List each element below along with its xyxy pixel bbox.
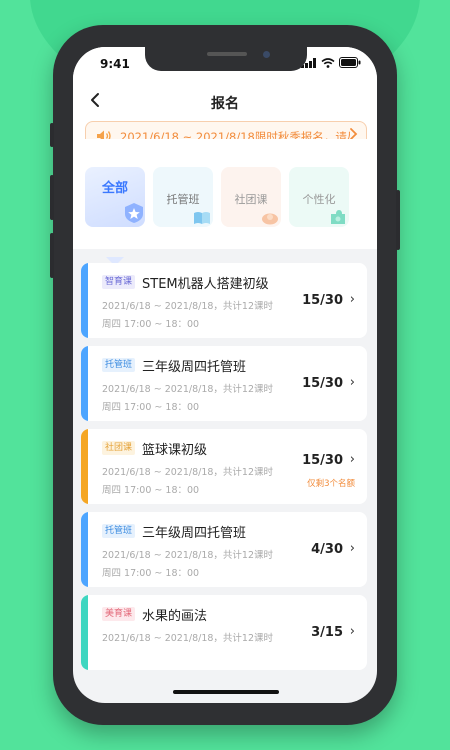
course-card[interactable]: 智育课 STEM机器人搭建初级 2021/6/18 ~ 2021/8/18，共计… <box>81 263 367 338</box>
tab-all[interactable]: 全部 <box>85 167 145 227</box>
course-tag: 托管班 <box>102 358 136 372</box>
screen: 9:41 报名 2021/6/18 ~ 2021/8/18限时秋季报名，请尽 全… <box>73 47 377 703</box>
status-icons <box>301 57 361 68</box>
course-dates: 2021/6/18 ~ 2021/8/18，共计12课时 <box>102 384 274 395</box>
tab-label: 全部 <box>101 181 128 196</box>
course-strip <box>81 512 88 587</box>
chevron-right-icon: › <box>349 375 355 390</box>
chevron-right-icon: › <box>349 292 355 307</box>
notch <box>145 47 307 71</box>
tab-label: 社团课 <box>234 193 268 206</box>
tab-label: 托管班 <box>166 193 200 206</box>
course-strip <box>81 346 88 421</box>
power-button <box>396 190 400 250</box>
course-count: 4/30 <box>311 542 343 557</box>
status-time: 9:41 <box>100 57 130 71</box>
course-tag: 托管班 <box>102 524 136 538</box>
course-schedule: 周四 17:00 ~ 18：00 <box>102 319 200 330</box>
tab-tuoguan[interactable]: 托管班 <box>153 167 213 227</box>
tab-label: 个性化 <box>302 193 336 206</box>
tab-shetuan[interactable]: 社团课 <box>221 167 281 227</box>
phone-frame: 9:41 报名 2021/6/18 ~ 2021/8/18限时秋季报名，请尽 全… <box>50 25 400 725</box>
course-strip <box>81 595 88 670</box>
course-schedule: 周四 17:00 ~ 18：00 <box>102 485 200 496</box>
course-schedule: 周四 17:00 ~ 18：00 <box>102 568 200 579</box>
course-card[interactable]: 托管班 三年级周四托管班 2021/6/18 ~ 2021/8/18，共计12课… <box>81 346 367 421</box>
mute-switch <box>50 123 54 147</box>
camera-icon <box>263 51 270 58</box>
chevron-right-icon: › <box>349 452 355 467</box>
course-title: 三年级周四托管班 <box>142 360 247 375</box>
course-dates: 2021/6/18 ~ 2021/8/18，共计12课时 <box>102 301 274 312</box>
battery-icon <box>339 57 361 68</box>
volume-up-button <box>50 175 54 220</box>
book-icon <box>194 212 210 224</box>
chevron-right-icon: › <box>349 541 355 556</box>
course-card[interactable]: 美育课 水果的画法 2021/6/18 ~ 2021/8/18，共计12课时 3… <box>81 595 367 670</box>
course-dates: 2021/6/18 ~ 2021/8/18，共计12课时 <box>102 550 274 561</box>
course-card[interactable]: 社团课 篮球课初级 2021/6/18 ~ 2021/8/18，共计12课时 周… <box>81 429 367 504</box>
course-count: 15/30 <box>302 293 343 308</box>
tab-gexinghua[interactable]: 个性化 <box>289 167 349 227</box>
puzzle-icon <box>331 210 345 224</box>
course-tag: 智育课 <box>102 275 136 289</box>
course-title: 三年级周四托管班 <box>142 526 247 541</box>
star-shield-icon <box>125 203 143 223</box>
course-count: 3/15 <box>311 625 343 640</box>
remaining-seats: 仅剩3个名额 <box>307 479 355 489</box>
course-tag: 社团课 <box>102 441 136 455</box>
course-title: 篮球课初级 <box>142 443 208 458</box>
course-title: STEM机器人搭建初级 <box>142 277 269 292</box>
speaker-grille <box>207 52 247 56</box>
course-schedule: 周四 17:00 ~ 18：00 <box>102 402 200 413</box>
page-title: 报名 <box>211 96 239 112</box>
volume-down-button <box>50 233 54 278</box>
club-icon <box>262 213 278 225</box>
category-tabs: 全部 托管班 社团课 个性化 <box>73 139 377 266</box>
course-count: 15/30 <box>302 453 343 468</box>
home-indicator[interactable] <box>173 690 279 694</box>
course-count: 15/30 <box>302 376 343 391</box>
course-dates: 2021/6/18 ~ 2021/8/18，共计12课时 <box>102 633 274 644</box>
wifi-icon <box>321 57 335 68</box>
course-title: 水果的画法 <box>142 609 208 624</box>
chevron-right-icon: › <box>349 624 355 639</box>
course-card[interactable]: 托管班 三年级周四托管班 2021/6/18 ~ 2021/8/18，共计12课… <box>81 512 367 587</box>
course-tag: 美育课 <box>102 607 136 621</box>
course-dates: 2021/6/18 ~ 2021/8/18，共计12课时 <box>102 467 274 478</box>
course-strip <box>81 263 88 338</box>
course-strip <box>81 429 88 504</box>
